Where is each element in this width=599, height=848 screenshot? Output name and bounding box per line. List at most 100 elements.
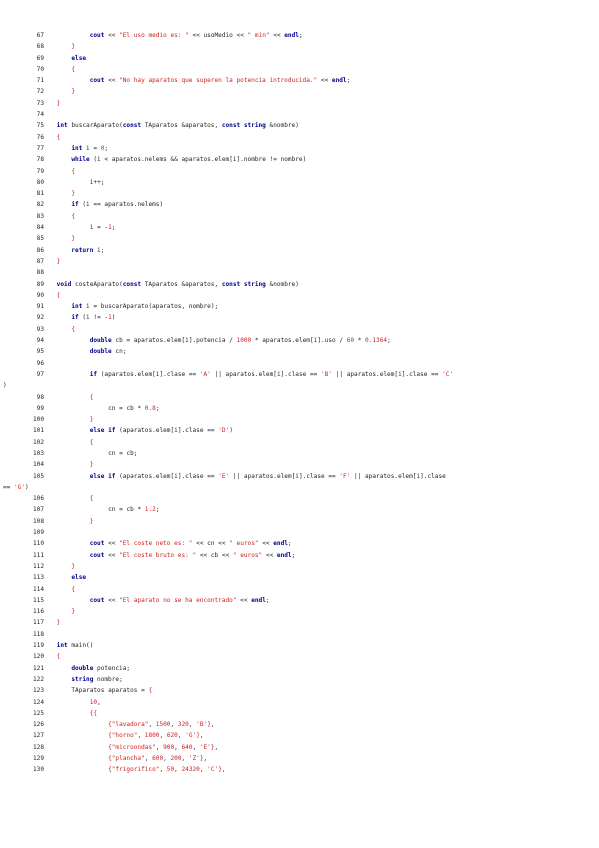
line-number: 110 [32, 540, 44, 548]
code-text: } [71, 88, 76, 96]
code-text: { [71, 65, 76, 73]
line-number: 118 [32, 630, 44, 638]
code-text: double cb = aparatos.elem[i].potencia / … [89, 337, 391, 345]
line-number: 102 [32, 438, 44, 446]
code-line: 93 { [0, 324, 599, 335]
code-line: 111 cout << "El coste bruto es: " << cb … [0, 550, 599, 561]
code-text: ) [3, 382, 7, 390]
code-line: 79 { [0, 166, 599, 177]
code-line: 88 [0, 267, 599, 278]
code-text: {"microondas", 900, 640, 'E'}, [108, 743, 219, 751]
code-line: 83 { [0, 211, 599, 222]
code-line: 75 int buscarAparato(const TAparatos &ap… [0, 120, 599, 131]
code-line: 81 } [0, 188, 599, 199]
code-text: } [71, 235, 76, 243]
line-number: 70 [36, 65, 44, 73]
line-number: 115 [32, 596, 44, 604]
code-text: } [71, 190, 76, 198]
line-number: 105 [32, 472, 44, 480]
code-line: 128 {"microondas", 900, 640, 'E'}, [0, 742, 599, 753]
code-line: 118 [0, 629, 599, 640]
code-line: 80 i++; [0, 177, 599, 188]
code-text: int i = 0; [71, 144, 109, 152]
code-line: 94 double cb = aparatos.elem[i].potencia… [0, 335, 599, 346]
code-listing: 67 cout << "El uso medio es: " << usoMed… [0, 30, 599, 776]
code-line: 95 double cn; [0, 346, 599, 357]
line-number: 120 [32, 653, 44, 661]
code-text: else [71, 574, 87, 582]
code-line: 98 { [0, 392, 599, 403]
code-text: return i; [71, 246, 105, 254]
code-text: } [56, 99, 61, 107]
code-line: 120 { [0, 651, 599, 662]
line-number: 126 [32, 721, 44, 729]
code-line: 119 int main() [0, 640, 599, 651]
code-line: 117 } [0, 617, 599, 628]
code-text: } [89, 461, 94, 469]
code-text: double potencia; [71, 664, 131, 672]
code-line: 72 } [0, 86, 599, 97]
code-text: { [71, 167, 76, 175]
code-text: i = -1; [89, 224, 116, 232]
line-number: 79 [36, 167, 44, 175]
code-line: 125 {{ [0, 708, 599, 719]
code-line: 124 10, [0, 697, 599, 708]
code-text: { [71, 212, 76, 220]
line-number: 100 [32, 416, 44, 424]
code-line: 73 } [0, 98, 599, 109]
code-text: { [71, 325, 76, 333]
code-line: 122 string nombre; [0, 674, 599, 685]
code-line: 126 {"lavadora", 1500, 320, 'B'}, [0, 719, 599, 730]
line-number: 108 [32, 517, 44, 525]
code-text: } [56, 257, 61, 265]
code-text: else [71, 54, 87, 62]
code-text: 10, [89, 698, 101, 706]
line-number: 106 [32, 495, 44, 503]
code-text: {"lavadora", 1500, 320, 'B'}, [108, 721, 215, 729]
code-line: 109 [0, 527, 599, 538]
code-text: cn = cb * 1.2; [108, 506, 160, 514]
line-number: 75 [36, 122, 44, 130]
line-number: 67 [36, 32, 44, 39]
line-number: 114 [32, 585, 44, 593]
code-line: 121 double potencia; [0, 663, 599, 674]
code-text: cn = cb; [108, 449, 138, 457]
line-number: 116 [32, 608, 44, 616]
code-line: 113 else [0, 572, 599, 583]
line-number: 123 [32, 687, 44, 695]
code-line: 100 } [0, 414, 599, 425]
code-text: } [56, 619, 61, 627]
code-line-continuation: ) [0, 380, 599, 391]
line-number: 130 [32, 766, 44, 774]
line-number: 91 [36, 303, 44, 311]
code-text: { [71, 585, 76, 593]
code-text: cout << "El aparato no se ha encontrado"… [89, 596, 270, 604]
line-number: 127 [32, 732, 44, 740]
line-number: 97 [36, 370, 44, 378]
code-text: while (i < aparatos.nelems && aparatos.e… [71, 156, 307, 164]
code-line: 85 } [0, 233, 599, 244]
line-number: 101 [32, 427, 44, 435]
code-line: 91 int i = buscarAparato(aparatos, nombr… [0, 301, 599, 312]
code-text: == 'G') [3, 483, 29, 491]
code-text: } [71, 562, 76, 570]
code-line: 67 cout << "El uso medio es: " << usoMed… [0, 30, 599, 41]
code-line: 84 i = -1; [0, 222, 599, 233]
line-number: 109 [32, 529, 44, 537]
line-number: 95 [36, 348, 44, 356]
line-number: 92 [36, 314, 44, 322]
line-number: 129 [32, 755, 44, 762]
code-text: void costeAparato(const TAparatos &apara… [56, 280, 299, 288]
code-text: {"plancha", 600, 200, 'Z'}, [108, 755, 208, 762]
line-number: 73 [36, 99, 44, 107]
code-text: if (i == aparatos.nelems) [71, 201, 164, 209]
code-line: 106 { [0, 493, 599, 504]
line-number: 83 [36, 212, 44, 220]
code-line: 71 cout << "No hay aparatos que superen … [0, 75, 599, 86]
line-number: 96 [36, 359, 44, 367]
line-number: 89 [36, 280, 44, 288]
line-number: 71 [36, 77, 44, 85]
code-text: int buscarAparato(const TAparatos &apara… [56, 122, 299, 130]
code-text: {{ [89, 709, 98, 717]
line-number: 125 [32, 709, 44, 717]
